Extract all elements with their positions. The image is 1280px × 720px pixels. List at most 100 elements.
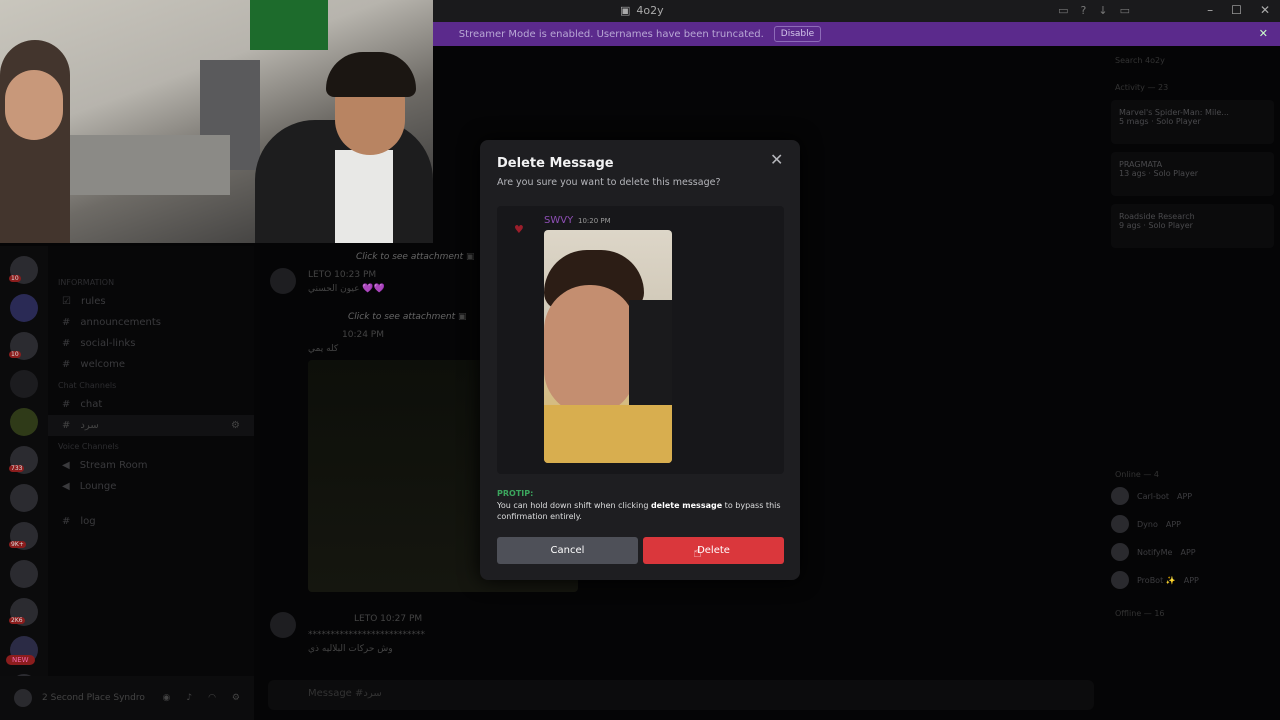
gamepad-icon[interactable]: ◉ (162, 693, 170, 703)
server-icon[interactable] (10, 294, 38, 322)
member-item[interactable]: ProBot ✨ APP (1111, 569, 1274, 591)
category-chat[interactable]: Chat Channels (48, 375, 254, 394)
channel-label: social-links (80, 338, 136, 349)
message-input[interactable]: Message #سرد (268, 680, 1094, 710)
inbox-icon[interactable]: ▭ (1058, 4, 1068, 17)
search-input[interactable]: Search 4o2y (1115, 56, 1270, 65)
cancel-button[interactable]: Cancel (497, 537, 638, 564)
disable-button[interactable]: Disable (773, 26, 822, 42)
channel-label: welcome (80, 359, 126, 370)
user-count: 2 (42, 693, 48, 703)
channel-stream-room[interactable]: ◀ Stream Room (48, 455, 254, 476)
hash-icon: # (62, 516, 71, 527)
help-icon[interactable]: ? (1081, 4, 1087, 17)
attachment-link[interactable]: Click to see attachment ▣ (356, 252, 475, 262)
user-info: 2 Second Place Syndro (42, 693, 145, 703)
avatar (1111, 487, 1129, 505)
modal-title: Delete Message (497, 156, 614, 171)
member-name: Dyno (1137, 519, 1158, 529)
activity-header: Activity — 23 (1115, 83, 1169, 92)
server-badge: 10 (9, 275, 21, 282)
avatar[interactable] (270, 268, 296, 294)
hash-icon: # (62, 317, 71, 328)
category-voice[interactable]: Voice Channels (48, 436, 254, 455)
user-panel: 2 Second Place Syndro ◉ ♪ ◠ ⚙ (0, 676, 254, 720)
channel-log[interactable]: # log (48, 511, 254, 532)
server-icon[interactable]: 733 (9, 446, 38, 474)
close-icon[interactable]: ✕ (770, 150, 783, 169)
channel-welcome[interactable]: # welcome (48, 354, 254, 375)
member-item[interactable]: NotifyMe APP (1111, 541, 1274, 563)
image-shirt (544, 405, 672, 463)
server-icon[interactable]: 10 (9, 332, 38, 360)
input-placeholder: Message #سرد (308, 688, 382, 699)
category-information[interactable]: INFORMATION (48, 272, 254, 291)
banner-text: Streamer Mode is enabled. Usernames have… (458, 28, 764, 40)
delete-button[interactable]: Delete (643, 537, 784, 564)
server-badge: 10 (9, 351, 21, 358)
channel-selected[interactable]: # سرد ⚙ (48, 415, 254, 436)
channel-rules[interactable]: ☑ rules (48, 291, 254, 312)
banner-close-icon[interactable]: ✕ (1259, 27, 1268, 40)
channel-lounge[interactable]: ◀ Lounge (48, 476, 254, 497)
channel-label: Lounge (79, 481, 117, 492)
maximize-button[interactable]: ☐ (1231, 3, 1242, 17)
server-badge: 733 (9, 465, 25, 472)
server-icon[interactable]: 2K6 (9, 598, 38, 626)
preview-image (544, 230, 672, 463)
settings-icon[interactable]: ⚙ (231, 420, 240, 431)
download-icon[interactable]: ↓ (1098, 4, 1107, 17)
speaker-icon: ◀ (62, 481, 70, 492)
server-badge: 2K6 (9, 617, 25, 624)
avatar[interactable] (270, 612, 296, 638)
activity-card[interactable]: Marvel's Spider-Man: Mile... 5 mags · Sol… (1111, 100, 1274, 144)
app-tag: APP (1177, 491, 1193, 501)
settings-icon[interactable]: ⚙ (232, 693, 240, 703)
hash-icon: # (62, 399, 71, 410)
titlebar-icons: ▭? ↓ ▭ (1058, 4, 1130, 17)
hash-icon: # (62, 420, 71, 431)
activity-card[interactable]: PRAGMATA 13 ags · Solo Player (1111, 152, 1274, 196)
image-icon: ▣ (457, 312, 467, 322)
offline-header: Offline — 16 (1115, 609, 1165, 618)
user-status: Second Place Syndro (50, 693, 145, 703)
headphones-icon[interactable]: ◠ (208, 693, 216, 703)
hand-cursor-icon: ☝ (693, 545, 702, 561)
microphone-icon[interactable]: ♪ (186, 693, 192, 703)
attachment-text: Click to see attachment (356, 252, 464, 262)
channel-announcements[interactable]: # announcements (48, 312, 254, 333)
attachment-text: Click to see attachment (348, 312, 456, 322)
server-icon[interactable]: 10 (9, 256, 38, 284)
member-list: Search 4o2y Activity — 23 Marvel's Spide… (1105, 46, 1280, 720)
preview-username: SWVY (544, 215, 574, 226)
server-icon[interactable]: 9K+ (9, 522, 38, 550)
monitor-icon[interactable]: ▭ (1120, 4, 1130, 17)
member-name: ProBot ✨ (1137, 575, 1176, 585)
bed-shape (60, 135, 230, 195)
avatar[interactable] (14, 689, 32, 707)
member-item[interactable]: Dyno APP (1111, 513, 1274, 535)
member-name: Carl-bot (1137, 491, 1169, 501)
app-tag: APP (1165, 519, 1181, 529)
channel-social-links[interactable]: # social-links (48, 333, 254, 354)
close-window-button[interactable]: ✕ (1260, 3, 1270, 17)
channel-label: rules (80, 296, 106, 307)
heart-icon: ♥ (514, 223, 524, 236)
channel-sidebar: INFORMATION ☑ rules # announcements # socia… (48, 246, 254, 676)
activity-sub: 5 mags · Solo Player (1119, 117, 1201, 126)
attachment-link[interactable]: Click to see attachment ▣ (348, 312, 467, 322)
app-tag: APP (1183, 575, 1199, 585)
channel-label: سرد (80, 420, 99, 431)
hash-icon: # (62, 338, 71, 349)
message-text: كله يمي (308, 344, 339, 354)
channel-chat[interactable]: # chat (48, 394, 254, 415)
server-icon[interactable] (10, 408, 38, 436)
app-tag: APP (1180, 547, 1196, 557)
minimize-button[interactable]: – (1207, 3, 1213, 17)
delete-message-modal: Delete Message Are you sure you want to … (480, 140, 800, 580)
server-icon[interactable] (10, 560, 38, 588)
activity-card[interactable]: Roadside Research 9 ags · Solo Player (1111, 204, 1274, 248)
member-item[interactable]: Carl-bot APP (1111, 485, 1274, 507)
server-icon[interactable] (10, 484, 38, 512)
server-icon[interactable] (10, 370, 38, 398)
